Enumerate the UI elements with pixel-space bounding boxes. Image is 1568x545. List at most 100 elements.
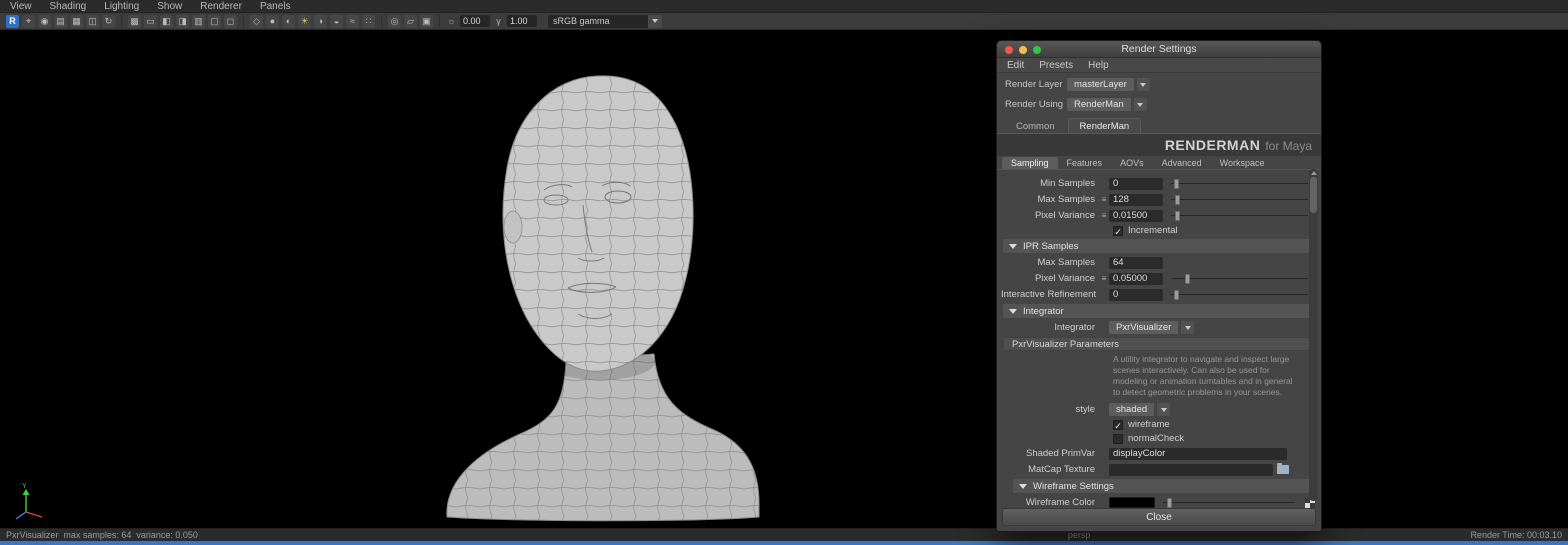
integrator-description: A utility integrator to navigate and ins… [1113,354,1293,398]
safe-title-icon[interactable]: ◻ [224,14,237,28]
camera-attributes-icon[interactable]: ▤ [54,14,67,28]
wireframe-color-swatch[interactable] [1109,497,1155,509]
pxrvisualizer-parameters-label: PxrVisualizer Parameters [1012,338,1120,350]
time-range-bar[interactable] [0,541,1568,545]
scrollbar-thumb[interactable] [1310,177,1317,213]
scroll-up-icon[interactable] [1310,171,1317,175]
menu-edit[interactable]: Edit [1007,60,1024,71]
integrator-row: Integrator PxrVisualizer [1001,320,1315,335]
view-transform-dropdown[interactable]: sRGB gamma [548,14,662,28]
select-camera-icon[interactable]: ⌖ [22,14,35,28]
normalcheck-checkbox[interactable] [1113,433,1123,444]
shadows-icon[interactable]: ◑ [314,14,327,28]
interactive-refinement-slider[interactable] [1171,289,1308,301]
render-using-label: Render Using [1005,99,1064,110]
interactive-refinement-field[interactable]: 0 [1109,288,1163,301]
max-samples-slider[interactable] [1171,194,1308,206]
snapshot-icon[interactable]: ▣ [420,14,433,28]
exposure-field[interactable]: 0.00 [460,15,490,27]
chevron-down-icon [1132,98,1147,111]
refresh-icon[interactable]: ↻ [102,14,115,28]
dialog-title: Render Settings [1121,43,1197,55]
safe-action-icon[interactable]: ▢ [208,14,221,28]
pixel-variance-slider[interactable] [1171,210,1308,222]
renderman-icon[interactable]: R [6,14,19,28]
max-samples-field[interactable]: 128 [1109,193,1163,206]
lock-camera-icon[interactable]: ◉ [38,14,51,28]
menu-view[interactable]: View [10,1,32,12]
dialog-titlebar[interactable]: Render Settings [997,41,1321,58]
expression-icon[interactable]: ≡ [1099,195,1109,204]
bookmark-icon[interactable]: ▦ [70,14,83,28]
ambient-occlusion-icon[interactable]: ◒ [330,14,343,28]
tab-advanced[interactable]: Advanced [1153,157,1211,169]
field-chart-icon[interactable]: ▥ [192,14,205,28]
folder-browse-icon[interactable] [1277,463,1289,475]
wireframe-checkbox[interactable]: ✓ [1113,419,1123,431]
shaded-primvar-label: Shaded PrimVar [1026,448,1095,460]
tab-workspace[interactable]: Workspace [1211,157,1274,169]
menu-renderer[interactable]: Renderer [200,1,242,12]
tab-sampling[interactable]: Sampling [1002,156,1058,169]
wireframe-display-icon[interactable]: ◇ [250,14,263,28]
ipr-samples-section-header[interactable]: IPR Samples [1003,239,1315,253]
chevron-down-icon [1156,403,1171,417]
perspective-viewport[interactable]: Y [0,30,1568,528]
menu-lighting[interactable]: Lighting [104,1,139,12]
lights-icon[interactable]: ☀ [298,14,311,28]
integrator-label: Integrator [1054,322,1095,333]
integrator-section-header[interactable]: Integrator [1003,304,1315,318]
gamma-field[interactable]: 1.00 [507,15,537,27]
wireframe-settings-section-header[interactable]: Wireframe Settings [1013,479,1315,494]
isolate-select-icon[interactable]: ◎ [388,14,401,28]
renderman-subtabs: Sampling Features AOVs Advanced Workspac… [997,156,1321,170]
ipr-max-samples-field[interactable]: 64 [1109,256,1163,269]
normalcheck-label: normalCheck [1128,433,1184,445]
close-button[interactable]: Close [1002,508,1316,526]
render-layer-dropdown[interactable]: masterLayer [1067,78,1150,91]
shaded-primvar-field[interactable]: displayColor [1109,447,1287,460]
max-samples-row: Max Samples ≡ 128 [1001,192,1315,207]
expression-icon[interactable]: ≡ [1099,211,1109,220]
film-gate-icon[interactable]: ▭ [144,14,157,28]
tab-aovs[interactable]: AOVs [1111,157,1153,169]
motion-blur-icon[interactable]: ≈ [346,14,359,28]
shaded-display-icon[interactable]: ● [266,14,279,28]
matcap-texture-field[interactable] [1109,463,1273,476]
image-plane-icon[interactable]: ◫ [86,14,99,28]
incremental-checkbox[interactable]: ✓ [1113,225,1123,237]
ipr-pixel-variance-field[interactable]: 0.05000 [1109,272,1163,285]
wireframe-color-slider[interactable] [1163,497,1294,509]
render-using-dropdown[interactable]: RenderMan [1067,98,1147,111]
menu-presets[interactable]: Presets [1039,60,1073,71]
menu-shading[interactable]: Shading [50,1,87,12]
menu-help[interactable]: Help [1088,60,1109,71]
dialog-scrollbar[interactable] [1309,169,1318,501]
menu-show[interactable]: Show [157,1,182,12]
toolbar-separator [121,15,122,27]
maya-window: View Shading Lighting Show Renderer Pane… [0,0,1568,545]
textured-display-icon[interactable]: ◐ [282,14,295,28]
render-using-value: RenderMan [1067,98,1131,111]
min-samples-slider[interactable] [1171,178,1308,190]
dialog-menubar: Edit Presets Help [997,58,1321,73]
integrator-dropdown[interactable]: PxrVisualizer [1109,321,1195,334]
ipr-pixel-variance-slider[interactable] [1171,273,1308,285]
style-value: shaded [1109,403,1155,417]
tab-features[interactable]: Features [1058,157,1112,169]
view-transform-value: sRGB gamma [548,14,648,28]
grid-icon[interactable]: ▩ [128,14,141,28]
toolbar-separator [439,15,440,27]
gate-mask-icon[interactable]: ◨ [176,14,189,28]
pxrvisualizer-parameters-header[interactable]: PxrVisualizer Parameters [1003,337,1315,351]
resolution-gate-icon[interactable]: ◧ [160,14,173,28]
menu-panels[interactable]: Panels [260,1,291,12]
style-dropdown[interactable]: shaded [1109,403,1171,417]
pixel-variance-field[interactable]: 0.01500 [1109,209,1163,222]
min-samples-field[interactable]: 0 [1109,177,1163,190]
xray-icon[interactable]: ▱ [404,14,417,28]
multisampling-icon[interactable]: ∷ [362,14,375,28]
expression-icon[interactable]: ≡ [1099,274,1109,283]
tab-common[interactable]: Common [1005,119,1066,133]
tab-renderman[interactable]: RenderMan [1067,118,1142,133]
